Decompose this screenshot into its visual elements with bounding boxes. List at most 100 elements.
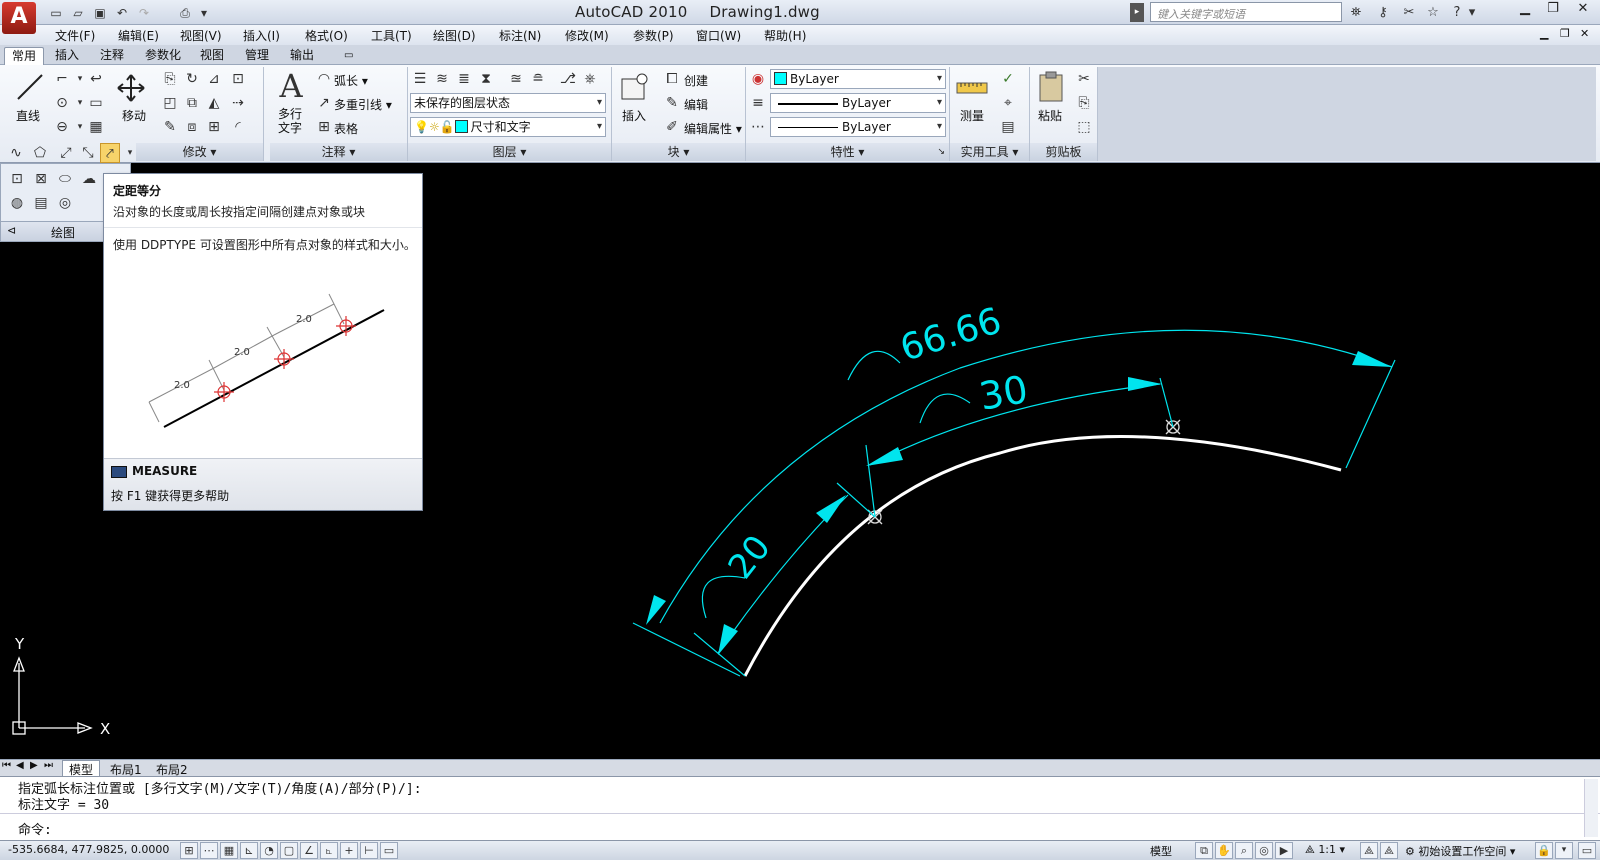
command-prompt[interactable]: 命令: (18, 819, 52, 838)
match-properties-icon[interactable]: ⬚ (1074, 117, 1094, 137)
menu-help[interactable]: 帮助(H) (764, 27, 806, 44)
move-icon[interactable] (116, 73, 146, 103)
tab-annotate[interactable]: 注释 (93, 47, 131, 65)
binoculars-icon[interactable]: ⛯ (1345, 3, 1367, 22)
clean-screen-icon[interactable]: ▭ (1578, 842, 1596, 859)
menu-window[interactable]: 窗口(W) (696, 27, 741, 44)
layer-dropdown[interactable]: 💡☼🔓 尺寸和文字 (410, 117, 606, 137)
ortho-icon[interactable]: ⊾ (240, 842, 258, 859)
panel-title-utilities[interactable]: 实用工具 ▾ (950, 143, 1029, 161)
toolbar-lock-icon[interactable]: 🔒 (1535, 842, 1553, 859)
close-icon[interactable]: ✕ (1570, 0, 1596, 20)
hatch-icon[interactable]: ▦ (86, 117, 106, 137)
linetype-icon[interactable]: ⋯ (748, 117, 768, 137)
multileader-label[interactable]: 多重引线 ▾ (334, 96, 392, 113)
ellipse-icon[interactable]: ⊖ (52, 117, 72, 137)
layer-state-dropdown[interactable]: 未保存的图层状态 (410, 93, 606, 113)
dyn-icon[interactable]: + (340, 842, 358, 859)
gradient-icon[interactable]: ◍ (7, 193, 27, 213)
menu-view[interactable]: 视图(V) (180, 27, 222, 44)
menu-file[interactable]: 文件(F) (55, 27, 95, 44)
mirror-icon[interactable]: ◭ (204, 93, 224, 113)
circle-icon[interactable]: ⊙ (52, 93, 72, 113)
rotate-icon[interactable]: ↻ (182, 69, 202, 89)
menu-tools[interactable]: 工具(T) (371, 27, 412, 44)
polygon-icon[interactable]: ⬠ (30, 143, 50, 163)
table-label[interactable]: 表格 (334, 120, 358, 137)
ducs-icon[interactable]: ⦜ (320, 842, 338, 859)
donut-icon[interactable]: ◎ (55, 193, 75, 213)
insert-block-label[interactable]: 插入 (622, 107, 646, 124)
qat-dropdown-icon[interactable]: ▾ (198, 3, 210, 22)
edit-attributes-label[interactable]: 编辑属性 ▾ (684, 120, 742, 137)
layer-match-icon[interactable]: ≋ (432, 69, 452, 89)
move-label[interactable]: 移动 (122, 107, 146, 124)
application-menu-button[interactable]: A (2, 2, 36, 34)
workspace-switch[interactable]: ⚙ 初始设置工作空间 ▾ (1405, 843, 1515, 859)
arc-3point-icon[interactable]: ↩ (86, 69, 106, 89)
layer-previous-icon[interactable]: ≣ (454, 69, 474, 89)
menu-insert[interactable]: 插入(I) (243, 27, 280, 44)
panel-title-layers[interactable]: 图层 ▾ (408, 143, 611, 161)
measure-ruler-icon[interactable] (956, 75, 988, 99)
panel-title-properties[interactable]: 特性 ▾ ↘ (746, 143, 949, 161)
line-tool-label[interactable]: 直线 (16, 107, 40, 124)
panel-title-clipboard[interactable]: 剪贴板 (1030, 143, 1097, 161)
new-file-icon[interactable]: ▭ (46, 3, 66, 22)
plot-icon[interactable]: ⎙ (175, 3, 195, 22)
key-icon[interactable]: ⚷ (1372, 3, 1394, 22)
edit-block-label[interactable]: 编辑 (684, 96, 708, 113)
communication-center-icon[interactable]: ✂ (1398, 3, 1420, 22)
snap-icon[interactable]: ⋯ (200, 842, 218, 859)
cut-icon[interactable]: ✂ (1074, 69, 1094, 89)
offset-icon[interactable]: ⧉ (182, 93, 202, 113)
ray-icon[interactable]: ⤢ (56, 143, 76, 163)
menu-modify[interactable]: 修改(M) (565, 27, 609, 44)
rectangle-icon[interactable]: ▭ (86, 93, 106, 113)
search-input[interactable]: 键入关键字或短语 (1150, 2, 1342, 22)
menu-parametric[interactable]: 参数(P) (633, 27, 674, 44)
command-window[interactable]: 指定弧长标注位置或 [多行文字(M)/文字(T)/角度(A)/部分(P)/]: … (0, 776, 1600, 840)
paste-clipboard-icon[interactable] (1036, 71, 1066, 103)
menu-dimension[interactable]: 标注(N) (499, 27, 541, 44)
tab-home[interactable]: 常用 (4, 47, 45, 65)
grid-icon[interactable]: ▦ (220, 842, 238, 859)
panel-title-block[interactable]: 块 ▾ (612, 143, 745, 161)
tab-output[interactable]: 输出 (283, 47, 321, 65)
point-style-icon[interactable]: ⌖ (998, 93, 1018, 113)
erase-icon[interactable]: ⊡ (228, 69, 248, 89)
restore-icon[interactable]: ❐ (1540, 0, 1566, 20)
osnap-icon[interactable]: ▢ (280, 842, 298, 859)
layer-off-icon[interactable]: ≊ (506, 69, 526, 89)
insert-block-icon[interactable] (618, 71, 650, 103)
trim-icon[interactable]: ⊿ (204, 69, 224, 89)
command-scrollbar[interactable] (1584, 779, 1598, 837)
region-icon[interactable]: ⊡ (7, 169, 27, 189)
favorites-star-icon[interactable]: ☆ (1422, 3, 1444, 22)
line-tool-icon[interactable] (14, 71, 46, 103)
table-icon[interactable]: ⊞ (314, 117, 334, 137)
annotation-visibility-icon[interactable]: ⟁ (1360, 842, 1378, 859)
arc-length-icon[interactable]: ◠ (314, 69, 334, 89)
auto-scale-icon[interactable]: ⟁ (1380, 842, 1398, 859)
layer-lock-icon[interactable]: ⎇ (558, 69, 578, 89)
calculator-icon[interactable]: ▤ (998, 117, 1018, 137)
edit-attributes-icon[interactable]: ✐ (662, 117, 682, 137)
paste-label[interactable]: 粘贴 (1038, 107, 1062, 124)
status-menu-icon[interactable]: ▾ (1555, 842, 1573, 859)
zoom-icon[interactable]: ⌕ (1235, 842, 1253, 859)
mtext-icon[interactable]: A (274, 69, 308, 103)
tab-view[interactable]: 视图 (193, 47, 231, 65)
scale-icon[interactable]: ⧈ (182, 117, 202, 137)
lineweight-toggle-icon[interactable]: ⊢ (360, 842, 378, 859)
array-icon[interactable]: ⊞ (204, 117, 224, 137)
xline-icon[interactable]: ⤡ (78, 143, 98, 163)
pan-icon[interactable]: ✋ (1215, 842, 1233, 859)
table-draw-icon[interactable]: ▤ (31, 193, 51, 213)
infer-constraints-icon[interactable]: ⊞ (180, 842, 198, 859)
spline-icon[interactable]: ∿ (6, 143, 26, 163)
doc-minimize-icon[interactable]: ▁ (1540, 27, 1548, 40)
fillet-icon[interactable]: ◜ (228, 117, 248, 137)
search-expand-icon[interactable]: ▸ (1130, 3, 1144, 22)
quick-select-icon[interactable]: ✓ (998, 69, 1018, 89)
